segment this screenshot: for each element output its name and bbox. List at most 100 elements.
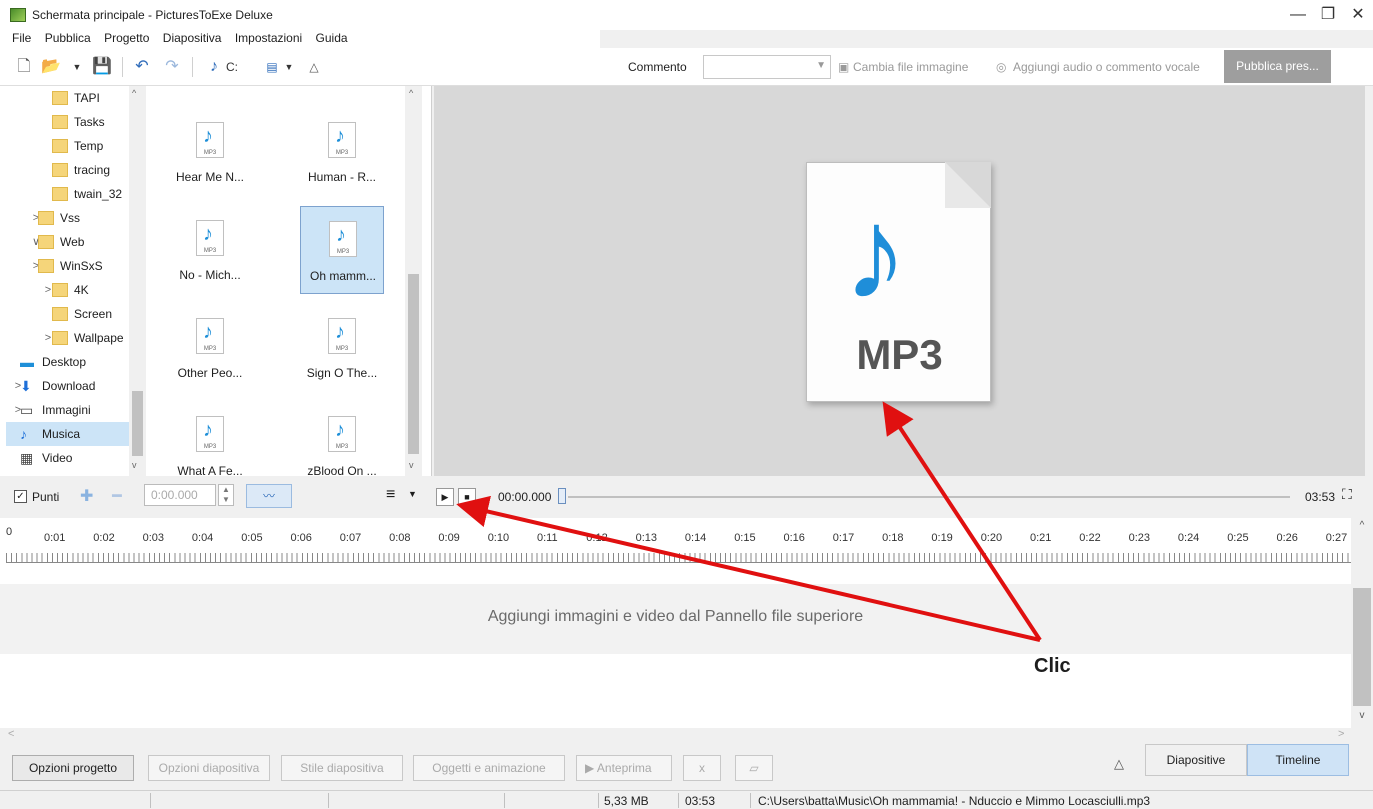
ruler-tick-label: 0:08 — [389, 532, 411, 544]
scroll-down-icon[interactable]: v — [409, 460, 414, 470]
folder-icon — [52, 187, 68, 201]
folder-icon — [52, 331, 68, 345]
file-item[interactable]: ♪ MP3 zBlood On ... — [300, 402, 384, 476]
mp3-file-icon: ♪ MP3 — [196, 318, 224, 354]
tree-item-label: Vss — [60, 211, 81, 225]
view-mode-icon[interactable]: ▤ — [262, 57, 282, 77]
restore-button[interactable]: ❐ — [1313, 4, 1343, 26]
project-options-button[interactable]: Opzioni progetto — [12, 755, 134, 781]
file-type-tag: MP3 — [203, 150, 217, 156]
curve-toggle-button[interactable]: 〰 — [246, 484, 292, 508]
folder-tree: TAPI Tasks Temp tracing twain_32 > Vss ∨ Web > Win… — [0, 86, 148, 476]
scroll-down-icon[interactable]: v — [132, 460, 137, 470]
minimize-button[interactable]: — — [1283, 4, 1313, 26]
slide-options-button[interactable]: Opzioni diapositiva — [148, 755, 270, 781]
open-folder-icon[interactable]: 📂 — [40, 57, 62, 77]
save-icon[interactable]: 💾 — [92, 57, 112, 77]
change-image-button[interactable]: Cambia file immagine — [853, 60, 968, 74]
tree-item[interactable]: ♪ Musica — [6, 422, 134, 446]
play-button[interactable]: ▶ — [436, 488, 454, 506]
menu-progetto[interactable]: Progetto — [104, 30, 149, 45]
tree-scrollbar-thumb[interactable] — [132, 391, 143, 456]
slide-style-button[interactable]: Stile diapositiva — [281, 755, 403, 781]
file-item[interactable]: ♪ MP3 Oh mamm... — [300, 206, 384, 294]
eraser-icon[interactable]: ▱ — [735, 755, 773, 781]
x-button[interactable]: x — [683, 755, 721, 781]
playback-slider-thumb[interactable] — [558, 488, 566, 504]
folder-icon — [38, 259, 54, 273]
music-note-icon[interactable]: ♪ — [206, 57, 222, 77]
files-scrollbar[interactable]: ^ v — [405, 86, 422, 476]
up-folder-icon[interactable]: △ — [306, 57, 322, 77]
mp3-file-icon: ♪ MP3 — [328, 416, 356, 452]
files-scrollbar-thumb[interactable] — [408, 274, 419, 454]
add-audio-button[interactable]: Aggiungi audio o commento vocale — [1013, 60, 1200, 74]
file-item[interactable]: ♪ MP3 What A Fe... — [168, 402, 252, 476]
points-checkbox[interactable]: ✓ — [14, 490, 27, 503]
file-item[interactable]: ♪ MP3 Sign O The... — [300, 304, 384, 392]
file-type-tag: MP3 — [203, 444, 217, 450]
status-duration: 03:53 — [685, 794, 716, 808]
comment-select[interactable]: ▼ — [703, 55, 831, 79]
tree-scrollbar[interactable]: ^ v — [129, 86, 146, 476]
fullscreen-icon[interactable]: ⛶ — [1342, 486, 1352, 503]
stop-button[interactable]: ■ — [458, 488, 476, 506]
collapse-icon[interactable]: △ — [1114, 756, 1124, 772]
tree-item-label: Video — [42, 451, 73, 465]
open-dropdown-icon[interactable]: ▼ — [72, 57, 82, 77]
status-file-size: 5,33 MB — [604, 794, 649, 808]
menu-diapositiva[interactable]: Diapositiva — [163, 30, 222, 45]
scroll-up-icon[interactable]: ^ — [132, 88, 136, 98]
menu-pubblica[interactable]: Pubblica — [45, 30, 91, 45]
tab-timeline[interactable]: Timeline — [1247, 744, 1349, 776]
new-project-icon[interactable]: 🗋 — [14, 57, 34, 77]
drive-label[interactable]: C: — [222, 57, 242, 77]
tab-diapositive[interactable]: Diapositive — [1145, 744, 1247, 776]
objects-animation-button[interactable]: Oggetti e animazione — [413, 755, 565, 781]
remove-point-icon[interactable]: ━ — [112, 486, 122, 506]
timeline-track[interactable]: Aggiungi immagini e video dal Pannello f… — [0, 584, 1351, 654]
video-icon: ▦ — [20, 450, 34, 466]
file-item[interactable]: ♪ MP3 Other Peo... — [168, 304, 252, 392]
total-duration: 03:53 — [1305, 490, 1336, 504]
status-separator — [150, 793, 151, 808]
time-stepper[interactable]: ▲ ▼ — [218, 484, 234, 506]
file-item[interactable]: ♪ MP3 No - Mich... — [168, 206, 252, 294]
timeline-ruler[interactable]: 0 0:01 0:02 0:03 0:04 0:05 0:06 0:07 0:08 0:09 0:1… — [0, 518, 1351, 564]
timeline-hscrollbar[interactable]: < > — [0, 728, 1351, 742]
file-item[interactable]: ♪ MP3 Hear Me N... — [168, 108, 252, 196]
desktop-icon: ▬ — [20, 354, 34, 370]
file-name: No - Mich... — [179, 268, 241, 282]
menu-dropdown-icon[interactable]: ▼ — [408, 489, 417, 499]
scroll-up-icon[interactable]: ^ — [1351, 520, 1373, 531]
playback-slider-track[interactable] — [568, 496, 1290, 498]
redo-icon[interactable]: ↷ — [162, 57, 182, 77]
music-note-icon: ♪ — [335, 419, 345, 441]
menu-guida[interactable]: Guida — [316, 30, 348, 45]
close-button[interactable]: ✕ — [1343, 4, 1373, 26]
tree-item-label: twain_32 — [74, 187, 123, 201]
publish-button[interactable]: Pubblica pres... — [1224, 50, 1331, 83]
scroll-left-icon[interactable]: < — [8, 728, 14, 740]
timeline-vscrollbar[interactable]: ^ v — [1351, 518, 1373, 728]
timeline-area[interactable]: Aggiungi immagini e video dal Pannello f… — [0, 564, 1351, 728]
menu-file[interactable]: File — [12, 30, 31, 45]
file-item[interactable]: ♪ MP3 Human - R... — [300, 108, 384, 196]
preview-button[interactable]: ▶ Anteprima — [576, 755, 672, 781]
add-point-icon[interactable]: ✚ — [80, 486, 93, 506]
ruler-tick-label: 0:13 — [635, 532, 658, 544]
undo-icon[interactable]: ↶ — [132, 57, 152, 77]
ruler-tick-label: 0:01 — [44, 532, 66, 544]
music-note-icon: ♪ — [843, 180, 908, 326]
view-dropdown-icon[interactable]: ▼ — [284, 57, 294, 77]
file-name: Hear Me N... — [175, 170, 244, 184]
scroll-down-icon[interactable]: v — [1351, 710, 1373, 721]
scroll-up-icon[interactable]: ^ — [409, 88, 413, 98]
point-time-input[interactable]: 0:00.000 — [144, 484, 216, 506]
ruler-tick-label: 0:14 — [684, 532, 707, 544]
toolbar-separator — [122, 57, 123, 77]
menu-icon[interactable]: ≡ — [386, 486, 395, 504]
menu-impostazioni[interactable]: Impostazioni — [235, 30, 302, 45]
timeline-vscrollbar-thumb[interactable] — [1353, 588, 1371, 706]
scroll-right-icon[interactable]: > — [1338, 728, 1344, 740]
